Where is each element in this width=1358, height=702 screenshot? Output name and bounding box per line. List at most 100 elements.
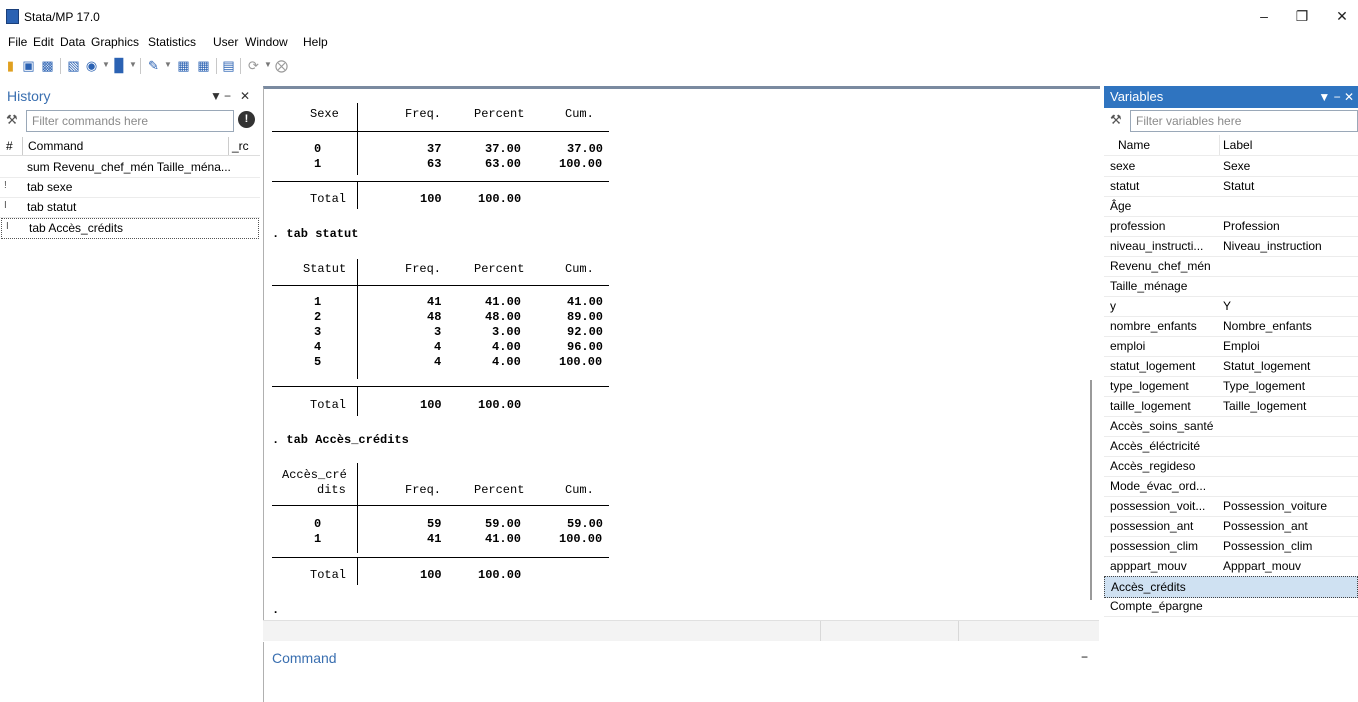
history-title: History [7, 88, 51, 104]
restore-button[interactable]: ❐ [1280, 4, 1324, 28]
break-icon[interactable]: ⨂ [274, 58, 289, 73]
history-item[interactable]: ! tab sexe [0, 178, 260, 198]
variable-label: Profession [1223, 219, 1280, 233]
variables-panel-controls-icon[interactable]: ▼ − ✕ [1318, 90, 1354, 104]
history-filter-placeholder: Filter commands here [32, 114, 149, 128]
menu-user[interactable]: User [213, 35, 238, 49]
variable-row[interactable]: nombre_enfants Nombre_enfants [1104, 316, 1358, 337]
log-icon[interactable]: ▧ [66, 58, 81, 73]
variable-row[interactable]: Taille_ménage [1104, 276, 1358, 297]
variable-row[interactable]: Accès_regideso [1104, 456, 1358, 477]
graph-dropdown-icon[interactable]: ▼ [129, 60, 137, 69]
variable-row[interactable]: statut Statut [1104, 176, 1358, 197]
more-dropdown-icon[interactable]: ▼ [264, 60, 272, 69]
variable-row[interactable]: apppart_mouv Apppart_mouv [1104, 556, 1358, 577]
wrench-icon[interactable]: ⚒ [6, 112, 18, 128]
variable-label: Sexe [1223, 159, 1251, 173]
variables-filter-input[interactable]: Filter variables here [1130, 110, 1358, 132]
history-col-hash: # [6, 139, 13, 153]
variable-name: Revenu_chef_mén [1110, 259, 1211, 273]
stata-app-icon [6, 9, 19, 24]
data-editor-icon[interactable]: ▦ [176, 58, 191, 73]
filter-toggle-icon[interactable]: ▼ [210, 89, 222, 103]
variable-label: Nombre_enfants [1223, 319, 1312, 333]
open-icon[interactable]: ▮ [3, 58, 18, 73]
close-panel-icon[interactable]: ✕ [240, 89, 250, 103]
history-item[interactable]: sum Revenu_chef_mén Taille_ména... [0, 158, 260, 178]
history-filter-input[interactable]: Filter commands here [26, 110, 234, 132]
pin-icon[interactable]: − [224, 89, 231, 103]
variable-name: Mode_évac_ord... [1110, 479, 1207, 493]
close-button[interactable]: ✕ [1320, 4, 1358, 28]
variable-label: Possession_ant [1223, 519, 1308, 533]
variable-name: Accès_soins_santé [1110, 419, 1214, 433]
variable-row[interactable]: possession_ant Possession_ant [1104, 516, 1358, 537]
variable-row[interactable]: niveau_instructi... Niveau_instruction [1104, 236, 1358, 257]
variable-name: possession_voit... [1110, 499, 1206, 513]
variables-title: Variables [1110, 89, 1164, 104]
data-browser-icon[interactable]: ▦ [196, 58, 211, 73]
history-item[interactable]: I tab statut [0, 198, 260, 218]
variable-name: Accès_regideso [1110, 459, 1196, 473]
variable-row[interactable]: type_logement Type_logement [1104, 376, 1358, 397]
t1-header-label: Sexe [310, 107, 339, 121]
variable-label: Possession_clim [1223, 539, 1313, 553]
variable-label: Y [1223, 299, 1232, 313]
menu-statistics[interactable]: Statistics [148, 35, 196, 49]
do-file-editor-icon[interactable]: ✎ [146, 58, 161, 73]
variable-row[interactable]: Accès_éléctricité [1104, 436, 1358, 457]
do-file-dropdown-icon[interactable]: ▼ [164, 60, 172, 69]
variables-manager-icon[interactable]: ▤ [221, 58, 236, 73]
results-vertical-scrollbar[interactable] [1090, 380, 1092, 600]
command-title: Command [272, 650, 337, 666]
variable-name: possession_ant [1110, 519, 1194, 533]
save-icon[interactable]: ▣ [21, 58, 36, 73]
variable-name: nombre_enfants [1110, 319, 1197, 333]
variable-label: Taille_logement [1223, 399, 1307, 413]
history-col-command[interactable]: Command [28, 139, 83, 153]
variable-name: Accès_crédits [1111, 580, 1186, 594]
variable-row[interactable]: Accès_soins_santé [1104, 416, 1358, 437]
more-icon[interactable]: ⟳ [246, 58, 261, 73]
variable-name: statut [1110, 179, 1140, 193]
variables-wrench-icon[interactable]: ⚒ [1110, 112, 1122, 128]
variable-name: emploi [1110, 339, 1146, 353]
variable-row[interactable]: Mode_évac_ord... [1104, 476, 1358, 497]
menu-bar: File Edit Data Graphics Statistics User … [0, 32, 1358, 52]
variable-name: Taille_ménage [1110, 279, 1188, 293]
menu-help[interactable]: Help [303, 35, 328, 49]
command-echo-tab-acces-credits: . tab Accès_crédits [272, 433, 409, 447]
results-window[interactable]: Sexe Freq. Percent Cum. 0 37 37.00 37.00… [263, 86, 1100, 623]
history-col-rc[interactable]: _rc [232, 139, 249, 153]
variable-row[interactable]: Revenu_chef_mén [1104, 256, 1358, 277]
variable-row[interactable]: Compte_épargne [1104, 596, 1358, 617]
viewer-icon[interactable]: ◉ [84, 58, 99, 73]
menu-graphics[interactable]: Graphics [91, 35, 139, 49]
graph-icon[interactable]: ▉ [112, 58, 127, 73]
variable-row[interactable]: emploi Emploi [1104, 336, 1358, 357]
variable-name: profession [1110, 219, 1166, 233]
variable-row[interactable]: statut_logement Statut_logement [1104, 356, 1358, 377]
variables-panel: Variables ▼ − ✕ ⚒ Filter variables here … [1104, 86, 1358, 702]
variable-row[interactable]: taille_logement Taille_logement [1104, 396, 1358, 417]
variable-row[interactable]: Accès_crédits [1104, 576, 1358, 598]
variable-row[interactable]: yY [1104, 296, 1358, 317]
menu-window[interactable]: Window [245, 35, 288, 49]
variable-row[interactable]: profession Profession [1104, 216, 1358, 237]
menu-file[interactable]: File [8, 35, 27, 49]
viewer-dropdown-icon[interactable]: ▼ [102, 60, 110, 69]
variable-row[interactable]: sexe Sexe [1104, 156, 1358, 177]
menu-data[interactable]: Data [60, 35, 85, 49]
variable-row[interactable]: Âge [1104, 196, 1358, 217]
history-item-selected[interactable]: I tab Accès_crédits [1, 218, 259, 239]
t1-header-percent: Percent [474, 107, 525, 121]
alert-icon[interactable]: ! [238, 111, 255, 128]
menu-edit[interactable]: Edit [33, 35, 54, 49]
variables-column-header: Name Label [1104, 135, 1358, 156]
variable-row[interactable]: possession_clim Possession_clim [1104, 536, 1358, 557]
variable-label: Niveau_instruction [1223, 239, 1322, 253]
print-icon[interactable]: ▩ [40, 58, 55, 73]
command-pin-icon[interactable]: − [1081, 650, 1088, 664]
variable-row[interactable]: possession_voit... Possession_voiture [1104, 496, 1358, 517]
command-window[interactable]: Command − [263, 642, 1100, 702]
